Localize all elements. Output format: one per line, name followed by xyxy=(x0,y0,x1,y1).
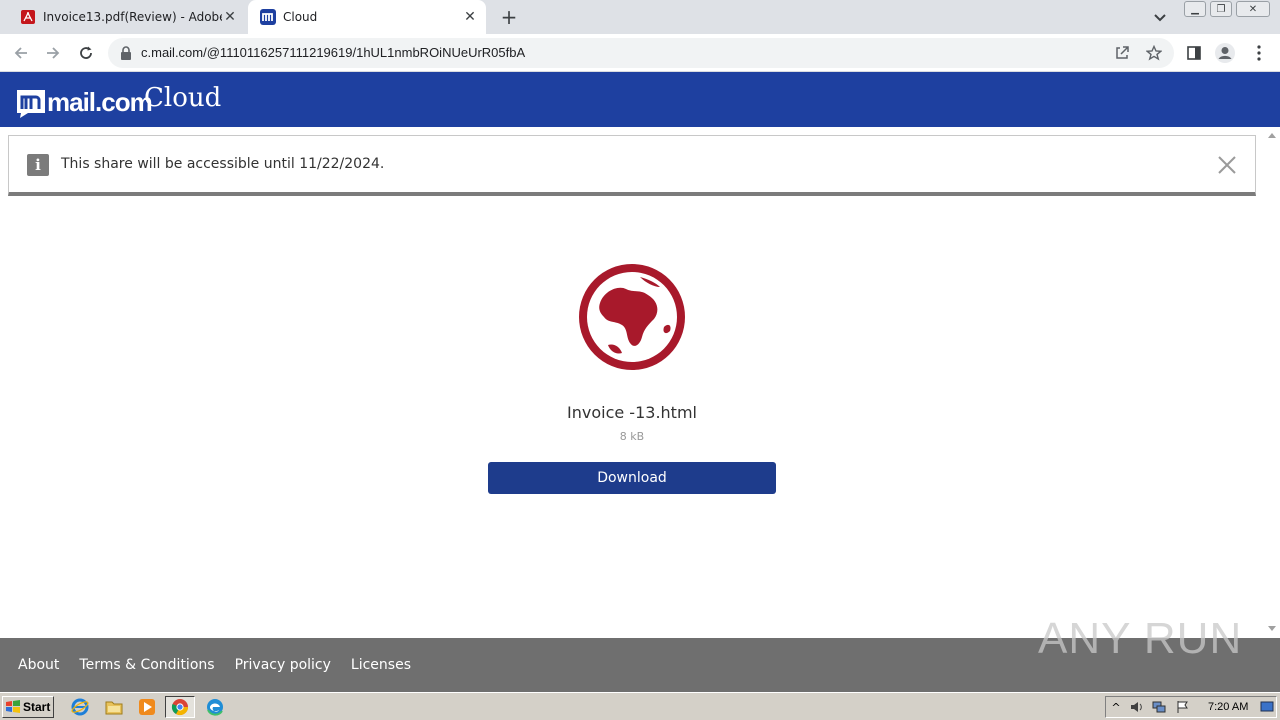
close-window-icon[interactable]: ✕ xyxy=(1236,1,1270,17)
tab-title: Cloud xyxy=(283,10,318,24)
profile-avatar-icon[interactable] xyxy=(1214,42,1236,64)
edge-icon[interactable] xyxy=(205,697,225,717)
share-expiry-banner: i This share will be accessible until 11… xyxy=(8,135,1256,196)
restore-window-icon[interactable]: ❐ xyxy=(1210,1,1232,17)
file-explorer-icon[interactable] xyxy=(104,697,124,717)
media-player-icon[interactable] xyxy=(137,697,157,717)
scroll-down-arrow-icon[interactable] xyxy=(1268,626,1276,631)
tab-invoice-pdf[interactable]: Invoice13.pdf(Review) - Adobe cloud ✕ xyxy=(8,0,246,34)
site-header: mail.com Cloud xyxy=(0,72,1280,127)
start-label: Start xyxy=(23,700,51,714)
footer-links: About Terms & Conditions Privacy policy … xyxy=(18,657,411,673)
action-center-flag-icon[interactable] xyxy=(1176,700,1190,714)
back-arrow-icon[interactable] xyxy=(10,42,32,64)
file-name: Invoice -13.html xyxy=(567,403,697,422)
browser-menu-icon[interactable] xyxy=(1248,42,1270,64)
tab-cloud[interactable]: Cloud ✕ xyxy=(248,0,486,34)
adobe-pdf-icon xyxy=(21,10,35,24)
browser-tab-strip: Invoice13.pdf(Review) - Adobe cloud ✕ Cl… xyxy=(0,0,1280,34)
anyrun-watermark: ANY RUN xyxy=(1038,606,1242,672)
windows-flag-icon xyxy=(6,700,20,713)
system-tray: ^ 7:20 AM xyxy=(1105,696,1277,718)
mailcom-logo[interactable]: mail.com xyxy=(16,86,153,118)
share-icon[interactable] xyxy=(1113,44,1131,62)
new-tab-button[interactable]: + xyxy=(498,5,520,29)
close-tab-icon[interactable]: ✕ xyxy=(222,9,238,25)
footer-link-licenses[interactable]: Licenses xyxy=(351,657,411,673)
url-text[interactable]: c.mail.com/@1110116257111219619/1hUL1nmb… xyxy=(141,45,525,60)
watermark-text: ANY RUN xyxy=(1038,614,1243,663)
internet-explorer-icon[interactable] xyxy=(70,697,90,717)
tray-expand-icon[interactable]: ^ xyxy=(1109,700,1123,714)
footer-link-terms[interactable]: Terms & Conditions xyxy=(79,657,214,673)
chrome-taskbar-icon[interactable] xyxy=(165,696,195,718)
browser-toolbar: c.mail.com/@1110116257111219619/1hUL1nmb… xyxy=(0,34,1280,72)
page-scrollbar[interactable] xyxy=(1264,127,1280,638)
close-banner-icon[interactable] xyxy=(1215,153,1239,177)
bookmark-star-icon[interactable] xyxy=(1145,44,1163,62)
banner-message: This share will be accessible until 11/2… xyxy=(61,156,385,172)
info-icon: i xyxy=(27,154,49,176)
minimize-window-icon[interactable]: ▁ xyxy=(1184,1,1206,17)
mailcom-icon xyxy=(260,9,276,25)
forward-arrow-icon[interactable] xyxy=(42,42,64,64)
lock-icon[interactable] xyxy=(120,46,132,60)
volume-icon[interactable] xyxy=(1130,700,1144,714)
file-size: 8 kB xyxy=(619,430,645,443)
reload-icon[interactable] xyxy=(75,42,97,64)
address-bar[interactable]: c.mail.com/@1110116257111219619/1hUL1nmb… xyxy=(108,38,1174,68)
taskbar-clock[interactable]: 7:20 AM xyxy=(1208,701,1248,713)
download-button[interactable]: Download xyxy=(488,462,776,494)
start-button[interactable]: Start xyxy=(2,696,54,718)
close-tab-icon[interactable]: ✕ xyxy=(462,9,478,25)
tab-search-chevron-icon[interactable] xyxy=(1150,8,1170,28)
side-panel-icon[interactable] xyxy=(1183,42,1205,64)
windows-taskbar: Start ^ 7:20 AM xyxy=(0,692,1280,720)
footer-link-privacy[interactable]: Privacy policy xyxy=(235,657,331,673)
logo-text: mail.com xyxy=(47,86,153,117)
footer-link-about[interactable]: About xyxy=(18,657,59,673)
globe-html-icon xyxy=(579,264,685,370)
network-icon[interactable] xyxy=(1152,700,1166,714)
scroll-up-arrow-icon[interactable] xyxy=(1268,133,1276,138)
show-desktop-icon[interactable] xyxy=(1260,700,1274,714)
product-title: Cloud xyxy=(144,83,222,113)
mailcom-logo-icon xyxy=(17,90,45,118)
tab-title: Invoice13.pdf(Review) - Adobe cloud xyxy=(43,10,222,24)
